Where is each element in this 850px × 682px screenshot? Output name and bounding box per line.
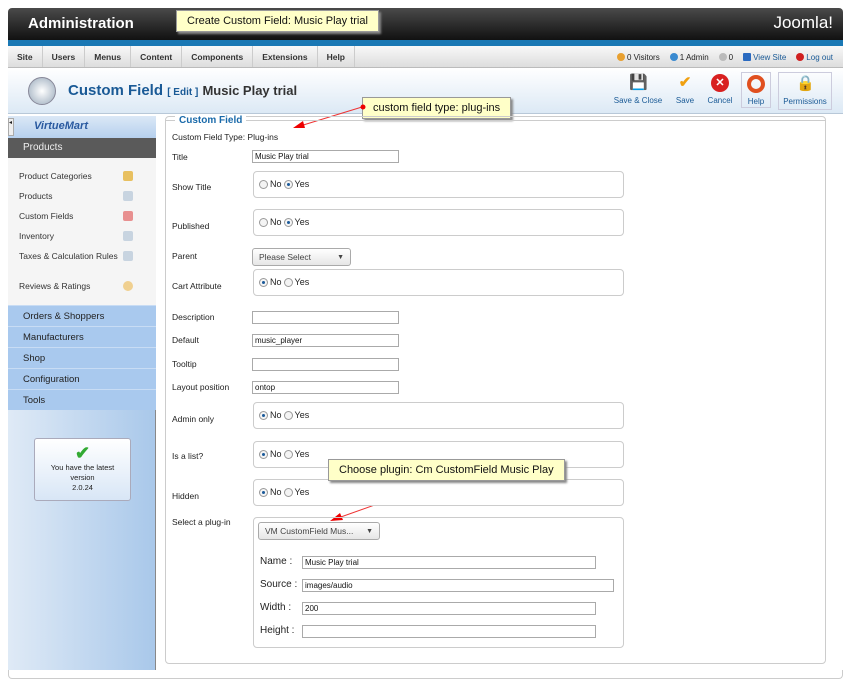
plugin-height-label: Height : [260,625,295,636]
plugin-source-input[interactable]: images/audio [302,579,614,592]
hidden-yes-radio[interactable] [283,487,293,497]
layout-position-label: Layout position [172,382,230,392]
plugin-select[interactable]: VM CustomField Mus... ▼ [258,522,380,540]
custom-fields-icon [123,211,133,221]
cart-attribute-group: No Yes [253,269,624,296]
tooltip-label: Tooltip [172,359,197,369]
accordion-shop[interactable]: Shop [8,347,156,368]
sidebar-section-products[interactable]: Products [8,138,156,158]
version-box: ✔ You have the latest version 2.0.24 [34,438,131,501]
fieldset-legend: Custom Field [175,115,247,126]
accordion-configuration[interactable]: Configuration [8,368,156,389]
admin-only-label: Admin only [172,414,215,424]
chevron-down-icon: ▼ [337,254,344,261]
default-input[interactable]: music_player [252,334,399,347]
show-title-yes-radio[interactable] [283,179,293,189]
sidebar-item-custom-fields[interactable]: Custom Fields [19,211,133,221]
page-footer-border [8,670,843,679]
default-label: Default [172,335,199,345]
cart-attribute-no-radio[interactable] [259,277,268,287]
published-no-radio[interactable] [259,217,268,227]
hidden-label: Hidden [172,491,199,501]
products-submenu: Product Categories Products Custom Field… [8,158,156,310]
calculator-icon [123,251,133,261]
published-group: No Yes [253,209,624,236]
accordion-manufacturers[interactable]: Manufacturers [8,326,156,347]
layout-position-input[interactable]: ontop [252,381,399,394]
show-title-label: Show Title [172,182,212,192]
show-title-no-radio[interactable] [259,179,268,189]
parent-label: Parent [172,251,198,261]
is-list-no-radio[interactable] [259,449,268,459]
published-label: Published [172,221,210,231]
checkmark-icon: ✔ [74,443,91,463]
accordion-tools[interactable]: Tools [8,389,156,410]
is-list-label: Is a list? [172,451,204,461]
published-yes-radio[interactable] [283,217,293,227]
chevron-down-icon: ▼ [366,528,373,535]
custom-field-type: Custom Field Type: Plug-ins [172,132,279,142]
admin-only-no-radio[interactable] [259,410,268,420]
description-input[interactable] [252,311,399,324]
is-list-yes-radio[interactable] [283,449,293,459]
hidden-group: No Yes [253,479,624,506]
cart-attribute-label: Cart Attribute [172,281,222,291]
description-label: Description [172,312,215,322]
accordion-orders-shoppers[interactable]: Orders & Shoppers [8,305,156,326]
plugin-name-input[interactable]: Music Play trial [302,556,596,569]
folder-icon [123,171,133,181]
parent-select[interactable]: Please Select ▼ [252,248,351,266]
admin-only-group: No Yes [253,402,624,429]
chart-icon [123,231,133,241]
arrow-dot-type [360,104,366,110]
title-input[interactable]: Music Play trial [252,150,399,163]
plugin-width-label: Width : [260,602,292,613]
plugin-source-label: Source : [260,579,298,590]
title-label: Title [172,152,188,162]
show-title-group: No Yes [253,171,624,198]
plugin-name-label: Name : [260,556,293,567]
speech-bubble-icon [123,281,133,291]
sidebar-item-taxes[interactable]: Taxes & Calculation Rules [19,251,133,261]
camera-icon [123,191,133,201]
plugin-width-input[interactable]: 200 [302,602,596,615]
admin-only-yes-radio[interactable] [283,410,293,420]
sidebar-item-inventory[interactable]: Inventory [19,231,133,241]
tooltip-input[interactable] [252,358,399,371]
sidebar-item-products[interactable]: Products [19,191,133,201]
plugin-height-input[interactable] [302,625,596,638]
sidebar: VirtueMart ◂ Products Product Categories… [8,116,156,670]
annotation-plugin: Choose plugin: Cm CustomField Music Play [328,459,565,481]
select-plugin-label: Select a plug-in [172,517,231,527]
collapse-sidebar-button[interactable]: ◂ [8,118,14,136]
sidebar-item-product-categories[interactable]: Product Categories [19,171,133,181]
cart-attribute-yes-radio[interactable] [283,277,293,287]
hidden-no-radio[interactable] [259,487,268,497]
sidebar-item-reviews[interactable]: Reviews & Ratings [19,281,133,291]
virtuemart-logo: VirtueMart [8,116,156,138]
